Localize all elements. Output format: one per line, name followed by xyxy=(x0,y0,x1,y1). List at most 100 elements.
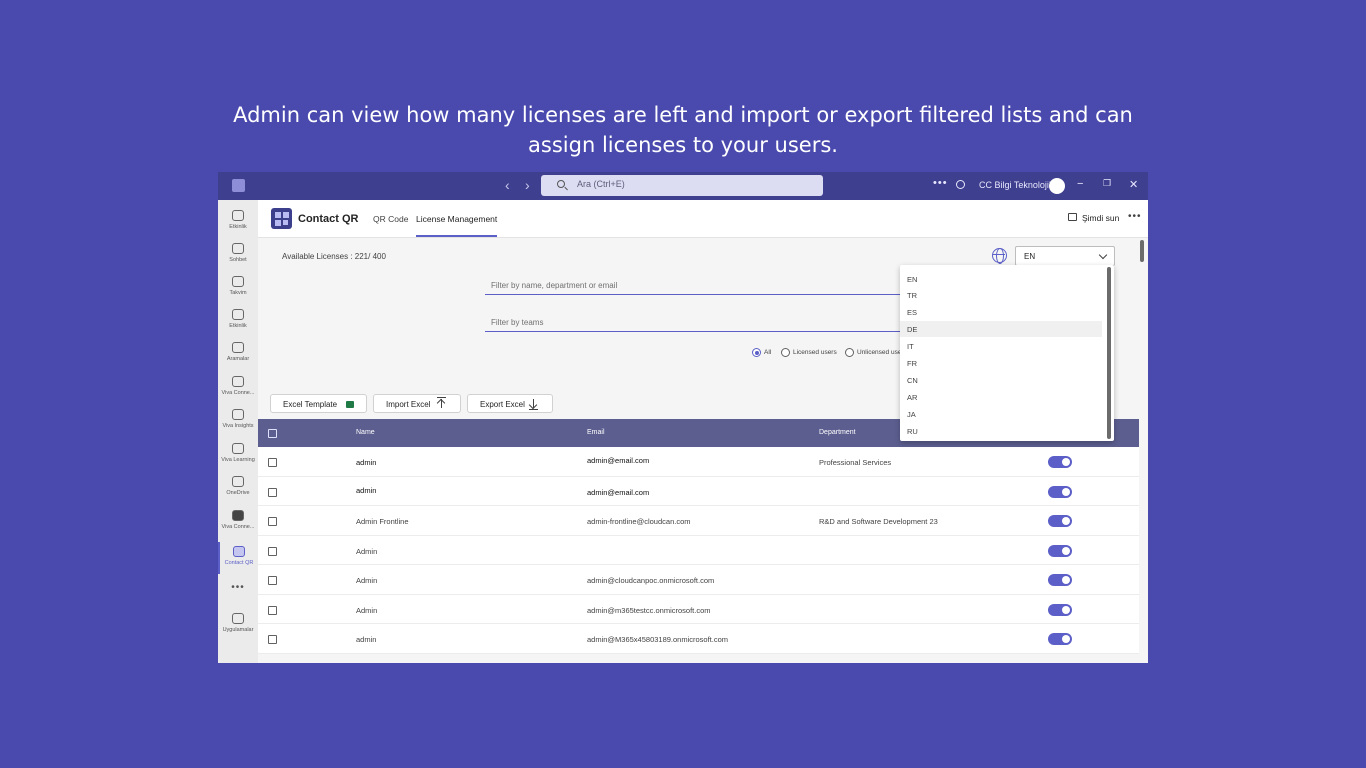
chat-icon xyxy=(232,243,244,254)
radio-licensed[interactable] xyxy=(781,348,790,357)
rail-item-apps[interactable]: Uygulamalar xyxy=(218,609,258,641)
license-toggle[interactable] xyxy=(1048,603,1072,616)
present-icon xyxy=(1068,213,1077,221)
search-placeholder: Ara (Ctrl+E) xyxy=(577,179,625,189)
contact-qr-logo-icon xyxy=(271,208,292,229)
row-email: admin@M365x45803189.onmicrosoft.com xyxy=(587,635,729,644)
table-row[interactable]: Admin Frontline admin-frontline@cloudcan… xyxy=(258,506,1139,536)
radio-unlicensed-label: Unlicensed use xyxy=(857,349,902,356)
row-department: Professional Services xyxy=(819,458,892,467)
row-email: admin@cloudcanpoc.onmicrosoft.com xyxy=(587,576,715,585)
upload-icon xyxy=(435,397,448,408)
table-row[interactable]: admin admin@email.com Professional Servi… xyxy=(258,447,1139,477)
language-option-fr[interactable]: FR xyxy=(900,355,1102,371)
title-bar: ‹ › Ara (Ctrl+E) ••• CC Bilgi Teknolojil… xyxy=(218,172,1148,200)
row-checkbox[interactable] xyxy=(268,546,277,556)
rail-item-calendar[interactable]: Takvim xyxy=(218,272,258,304)
app-header: Contact QR QR Code License Management Şi… xyxy=(258,200,1148,238)
row-checkbox[interactable] xyxy=(268,576,277,585)
license-toggle[interactable] xyxy=(1048,485,1072,498)
rail-item-viva-learning[interactable]: Viva Learning xyxy=(218,439,258,471)
table-row[interactable]: Admin xyxy=(258,535,1139,565)
language-option-de[interactable]: DE xyxy=(900,321,1102,337)
app-rail: Etkinlik Sohbet Takvim Etkinlik Aramalar… xyxy=(218,200,258,663)
qr-icon xyxy=(233,546,245,557)
dropdown-scrollbar[interactable] xyxy=(1107,267,1111,439)
bell-icon xyxy=(232,309,244,320)
language-option-tr[interactable]: TR xyxy=(900,287,1102,303)
radio-all-label: All xyxy=(764,349,772,356)
page-scrollbar[interactable] xyxy=(1140,240,1144,262)
language-dropdown: EN TR ES DE IT FR CN AR JA RU xyxy=(900,265,1114,441)
maximize-button[interactable]: ❐ xyxy=(1103,178,1111,189)
search-box[interactable]: Ara (Ctrl+E) xyxy=(541,175,823,196)
table-row[interactable]: Admin admin@cloudcanpoc.onmicrosoft.com xyxy=(258,565,1139,595)
rail-item-viva-insights[interactable]: Viva Insights xyxy=(218,405,258,437)
language-option-ja[interactable]: JA xyxy=(900,406,1102,422)
table-row[interactable]: admin admin@email.com xyxy=(258,476,1139,506)
minimize-button[interactable]: − xyxy=(1077,178,1083,190)
back-arrow-icon[interactable]: ‹ xyxy=(505,178,510,192)
language-option-cn[interactable]: CN xyxy=(900,372,1102,388)
license-toggle[interactable] xyxy=(1048,633,1072,645)
viva-connections-icon xyxy=(232,376,244,387)
excel-icon xyxy=(346,401,354,408)
license-toggle[interactable] xyxy=(1048,515,1072,527)
row-name: Admin xyxy=(356,576,378,585)
language-option-es[interactable]: ES xyxy=(900,304,1102,320)
language-option-en[interactable]: EN xyxy=(900,271,1102,287)
rail-more-icon[interactable]: ••• xyxy=(218,582,258,593)
rail-item-calls[interactable]: Aramalar xyxy=(218,338,258,370)
rail-item-notifications[interactable]: Etkinlik xyxy=(218,305,258,337)
table-row[interactable]: Admin admin@m365testcc.onmicrosoft.com xyxy=(258,594,1139,624)
row-checkbox[interactable] xyxy=(268,517,277,526)
row-checkbox[interactable] xyxy=(268,458,277,467)
row-department: R&D and Software Development 23 xyxy=(819,517,938,526)
radio-licensed-label: Licensed users xyxy=(793,349,837,356)
language-selected-value: EN xyxy=(1024,252,1036,261)
rail-item-chat[interactable]: Sohbet xyxy=(218,239,258,271)
row-checkbox[interactable] xyxy=(268,487,277,497)
license-toggle[interactable] xyxy=(1048,574,1072,586)
row-checkbox[interactable] xyxy=(268,635,277,644)
tab-license-management[interactable]: License Management xyxy=(416,214,497,224)
select-all-checkbox[interactable] xyxy=(268,429,277,438)
headline-line-1: Admin can view how many licenses are lef… xyxy=(233,103,1133,127)
column-email: Email xyxy=(587,429,605,436)
name-filter-input[interactable] xyxy=(485,277,905,295)
language-option-ru[interactable]: RU xyxy=(900,423,1102,439)
rail-item-activity[interactable]: Etkinlik xyxy=(218,206,258,238)
radio-all[interactable] xyxy=(752,348,761,357)
table-row[interactable]: admin admin@M365x45803189.onmicrosoft.co… xyxy=(258,624,1139,654)
radio-unlicensed[interactable] xyxy=(845,348,854,357)
more-icon[interactable]: ••• xyxy=(933,177,948,189)
chevron-down-icon xyxy=(1098,250,1108,260)
more-options-icon[interactable]: ••• xyxy=(1128,211,1142,222)
column-department: Department xyxy=(819,429,856,436)
calendar-icon xyxy=(232,276,244,287)
rail-item-contact-qr[interactable]: Contact QR xyxy=(218,542,258,574)
export-excel-button[interactable]: Export Excel xyxy=(467,394,553,413)
teams-logo-icon xyxy=(232,179,245,192)
import-excel-button[interactable]: Import Excel xyxy=(373,394,461,413)
row-checkbox[interactable] xyxy=(268,605,277,615)
language-select[interactable]: EN xyxy=(1015,246,1115,266)
teams-filter-input[interactable] xyxy=(485,314,905,332)
license-toggle[interactable] xyxy=(1048,544,1072,557)
forward-arrow-icon[interactable]: › xyxy=(525,178,530,192)
available-licenses: Available Licenses : 221/ 400 xyxy=(282,252,386,261)
close-button[interactable]: ✕ xyxy=(1129,178,1138,191)
avatar[interactable] xyxy=(1049,178,1065,194)
rail-item-viva-connections[interactable]: Viva Conne... xyxy=(218,372,258,404)
person-icon[interactable] xyxy=(956,180,965,189)
rail-item-onedrive[interactable]: OneDrive xyxy=(218,472,258,504)
present-button[interactable]: Şimdi sun xyxy=(1082,213,1119,223)
license-toggle[interactable] xyxy=(1048,456,1072,468)
language-option-ar[interactable]: AR xyxy=(900,389,1102,405)
cloud-icon xyxy=(232,476,244,487)
active-tab-indicator xyxy=(416,235,497,237)
tab-qr-code[interactable]: QR Code xyxy=(373,214,408,224)
language-option-it[interactable]: IT xyxy=(900,338,1102,354)
rail-item-viva-connections-2[interactable]: Viva Conne... xyxy=(218,506,258,538)
excel-template-button[interactable]: Excel Template xyxy=(270,394,367,413)
